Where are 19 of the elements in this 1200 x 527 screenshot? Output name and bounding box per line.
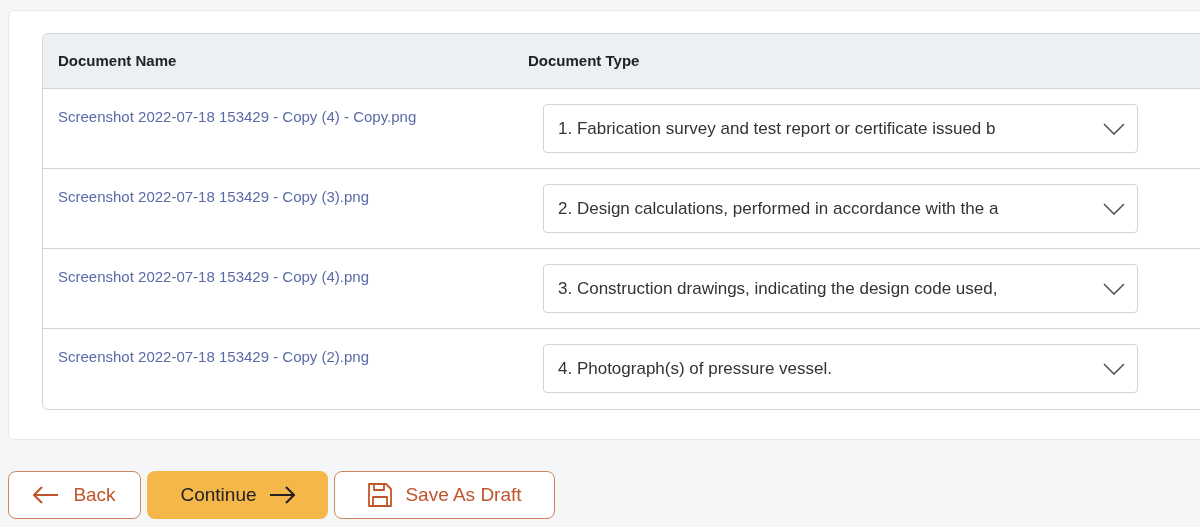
document-link[interactable]: Screenshot 2022-07-18 153429 - Copy (3).png bbox=[58, 188, 370, 205]
document-type-dropdown[interactable]: 3. Construction drawings, indicating the design code used, bbox=[543, 264, 1138, 313]
back-button[interactable]: Back bbox=[8, 471, 141, 519]
chevron-down-icon bbox=[1103, 122, 1125, 135]
arrow-left-icon bbox=[33, 486, 60, 504]
document-type-dropdown[interactable]: 2. Design calculations, performed in accordance with the a bbox=[543, 184, 1138, 233]
column-header: Document Type bbox=[528, 50, 640, 71]
continue-button[interactable]: Continue bbox=[147, 471, 328, 519]
document-link[interactable]: Screenshot 2022-07-18 153429 - Copy (2).png bbox=[58, 348, 370, 365]
save-draft-button[interactable]: Save As Draft bbox=[334, 471, 555, 519]
chevron-down-icon bbox=[1103, 282, 1125, 295]
document-type-dropdown[interactable]: 4. Photograph(s) of pressure vessel. bbox=[543, 344, 1138, 393]
chevron-down-icon bbox=[1103, 362, 1125, 375]
document-link[interactable]: Screenshot 2022-07-18 153429 - Copy (4) - Copy.png bbox=[58, 108, 417, 125]
column-header: Document Name bbox=[57, 50, 178, 71]
arrow-right-icon bbox=[268, 486, 295, 504]
document-type-dropdown[interactable]: 1. Fabrication survey and test report or certificate issued b bbox=[543, 104, 1138, 153]
chevron-down-icon bbox=[1103, 202, 1125, 215]
document-link[interactable]: Screenshot 2022-07-18 153429 - Copy (4).png bbox=[58, 268, 370, 285]
